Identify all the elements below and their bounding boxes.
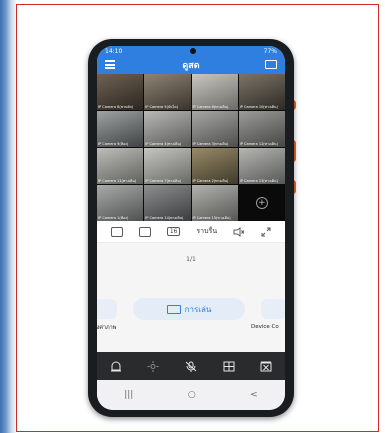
camera-tile[interactable]: IP Camera 14(ทางเดิน): [144, 185, 191, 221]
image-settings-icon[interactable]: [223, 361, 235, 372]
camera-tile[interactable]: IP Camera 4(ทางเดิน): [144, 111, 191, 147]
status-battery: 77%: [263, 47, 277, 55]
add-icon[interactable]: +: [255, 197, 268, 209]
mic-off-icon[interactable]: [185, 361, 197, 372]
camera-tile[interactable]: IP Camera 3(ทางเดิน): [191, 111, 238, 147]
control-row: ตั้งค่าภาพ การเล่น Device Co: [97, 296, 285, 346]
camera-label: IP Camera 6(ทางเดิน): [192, 104, 229, 109]
camera-tile[interactable]: IP Camera 2(ทางเดิน): [191, 148, 238, 184]
phone-screen: 14:10 77% ดูสด IP Camera 8(ชานพัก) IP Cam…: [97, 46, 285, 410]
device-config-button[interactable]: [261, 299, 285, 319]
camera-label: IP Camera 5(บันได): [145, 104, 178, 109]
playback-label: การเล่น: [184, 304, 212, 314]
split-screen-icon[interactable]: 16: [166, 227, 181, 236]
camera-tile[interactable]: IP Camera 6(ทางเดิน): [191, 74, 238, 110]
camera-label: IP Camera 8(ชานพัก): [98, 104, 134, 109]
mute-icon[interactable]: [233, 226, 245, 237]
ptz-icon[interactable]: [147, 360, 159, 372]
system-nav-bar: ||| ○ <: [97, 380, 285, 410]
camera-tile[interactable]: IP Camera 12(ทางเดิน): [238, 111, 285, 147]
device-config-label: Device Co: [251, 324, 279, 330]
camera-tile[interactable]: IP Camera 11(ทางเดิน): [97, 148, 144, 184]
camera-label: IP Camera 1(ห้อง): [98, 215, 129, 220]
camera-label: IP Camera 13(ทางเดิน): [239, 178, 278, 183]
camera-tile[interactable]: IP Camera 10(ทางเดิน): [238, 74, 285, 110]
home-button[interactable]: ○: [188, 390, 196, 400]
menu-icon[interactable]: [105, 60, 115, 69]
camera-tile[interactable]: IP Camera 15(ทางเดิน): [191, 185, 238, 221]
camera-label: IP Camera 9(ห้อง): [98, 141, 129, 146]
front-camera-icon: [189, 48, 196, 54]
background-edge: [0, 0, 16, 433]
phone-device: 14:10 77% ดูสด IP Camera 8(ชานพัก) IP Cam…: [88, 39, 294, 417]
camera-label: IP Camera 4(ทางเดิน): [145, 141, 182, 146]
app-header: ดูสด: [97, 56, 285, 74]
camera-label: IP Camera 12(ทางเดิน): [239, 141, 278, 146]
camera-tile[interactable]: IP Camera 5(บันได): [144, 74, 191, 110]
camera-tile[interactable]: IP Camera 9(ห้อง): [97, 111, 144, 147]
page-indicator: 1/1: [186, 256, 196, 263]
back-button[interactable]: <: [250, 390, 258, 400]
multi-screen-icon[interactable]: [265, 60, 277, 69]
add-camera-slot[interactable]: +: [238, 185, 285, 221]
alarm-bell-icon[interactable]: [110, 361, 122, 372]
camera-tile[interactable]: IP Camera 1(ห้อง): [97, 185, 144, 221]
camera-label: IP Camera 7(ทางเดิน): [145, 178, 182, 183]
camera-tile[interactable]: IP Camera 8(ชานพัก): [97, 74, 144, 110]
status-time: 14:10: [105, 47, 123, 55]
fullscreen-icon[interactable]: [261, 227, 271, 237]
page-title: ดูสด: [182, 61, 200, 71]
camera-grid: IP Camera 8(ชานพัก) IP Camera 5(บันได) IP …: [97, 74, 285, 221]
image-settings-button[interactable]: [97, 299, 117, 319]
close-stream-icon[interactable]: [260, 361, 272, 372]
camera-label: IP Camera 3(ทางเดิน): [192, 141, 229, 146]
camera-label: IP Camera 15(ทางเดิน): [192, 215, 231, 220]
image-settings-label: ตั้งค่าภาพ: [97, 325, 117, 331]
camera-tile[interactable]: IP Camera 13(ทางเดิน): [238, 148, 285, 184]
playback-icon: [166, 304, 181, 314]
live-toolbar: 16 ราบรื่น: [97, 221, 285, 243]
camera-label: IP Camera 11(ทางเดิน): [98, 178, 137, 183]
playback-button[interactable]: การเล่น: [133, 298, 245, 320]
status-bar: 14:10 77%: [97, 46, 285, 56]
camera-label: IP Camera 2(ทางเดิน): [192, 178, 229, 183]
camera-label: IP Camera 14(ทางเดิน): [145, 215, 184, 220]
recent-apps-button[interactable]: |||: [124, 390, 133, 400]
quality-selector[interactable]: ราบรื่น: [196, 226, 217, 237]
snapshot-icon[interactable]: [110, 226, 123, 237]
camera-tile[interactable]: IP Camera 7(ทางเดิน): [144, 148, 191, 184]
camera-label: IP Camera 10(ทางเดิน): [239, 104, 278, 109]
record-icon[interactable]: [138, 226, 151, 237]
ptz-bottom-bar: [97, 352, 285, 380]
